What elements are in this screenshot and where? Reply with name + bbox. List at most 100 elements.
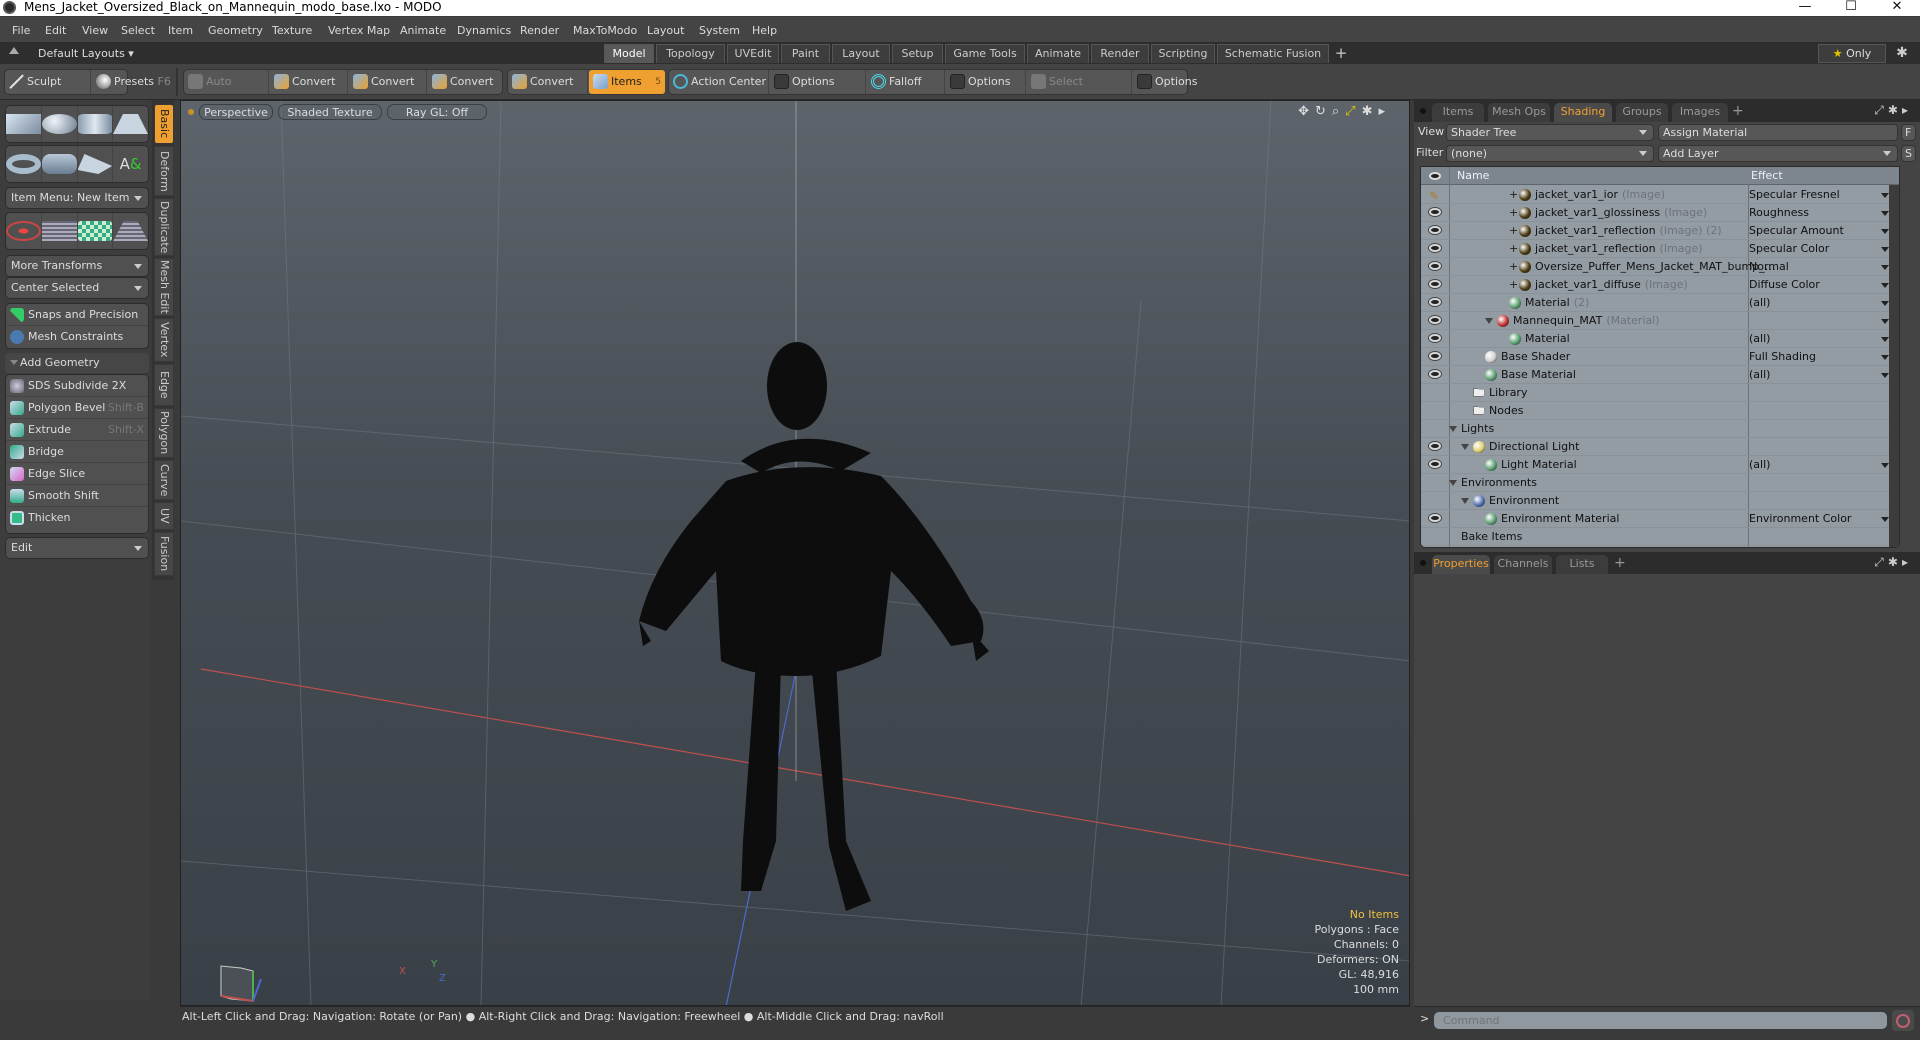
expand-arrow-icon[interactable] — [1449, 426, 1457, 432]
effect-dropdown-icon[interactable] — [1881, 211, 1889, 216]
row-effect[interactable]: Specular Fresnel — [1749, 186, 1840, 203]
row-effect[interactable]: Diffuse Color — [1749, 276, 1820, 293]
action-center-options-button[interactable]: Options — [770, 70, 866, 94]
menu-layout[interactable]: Layout — [647, 24, 684, 37]
cylinder-tool[interactable] — [77, 106, 114, 142]
menu-maxtomodo[interactable]: MaxToModo — [573, 24, 637, 37]
add-layer-dropdown[interactable]: Add Layer — [1658, 145, 1898, 162]
items-mode-button[interactable]: Items 5 — [589, 70, 665, 94]
action-center-button[interactable]: Action Center — [669, 70, 769, 94]
expand-icon[interactable]: ⤢ — [1874, 103, 1888, 117]
row-effect[interactable]: Full Shading — [1749, 348, 1816, 365]
plane-tool[interactable] — [113, 213, 148, 249]
zoom-icon[interactable]: ⌕ — [1332, 104, 1345, 119]
tab-lists[interactable]: Lists — [1556, 555, 1608, 574]
shader-tree-row[interactable]: Environment Material Environment Color — [1421, 510, 1899, 528]
shader-tree-row[interactable]: Base Material (all) — [1421, 366, 1899, 384]
vtab-basic[interactable]: Basic — [154, 104, 174, 144]
falloff-options-button[interactable]: Options — [946, 70, 1026, 94]
row-effect[interactable]: Specular Amount — [1749, 222, 1844, 239]
row-effect[interactable]: (all) — [1749, 456, 1770, 473]
menu-dynamics[interactable]: Dynamics — [457, 24, 511, 37]
visibility-eye-icon[interactable] — [1429, 352, 1441, 360]
shader-tree-row[interactable]: + jacket_var1_reflection (Image) (2) Specul… — [1421, 222, 1899, 240]
shading-mode-button[interactable]: Shaded Texture — [278, 104, 382, 120]
paint-brush-icon[interactable]: ✎ — [1429, 188, 1439, 205]
raygl-button[interactable]: Ray GL: Off — [387, 104, 487, 120]
menu-select[interactable]: Select — [121, 24, 155, 37]
shader-tree-row[interactable]: Directional Light — [1421, 438, 1899, 456]
row-effect[interactable]: Roughness — [1749, 204, 1809, 221]
edit-dropdown[interactable]: Edit — [5, 537, 149, 559]
3d-viewport[interactable]: X Y Z Perspective Shaded Texture Ray GL:… — [180, 100, 1410, 1006]
mesh-constraints-button[interactable]: Mesh Constraints — [6, 326, 148, 348]
select-through-button[interactable]: Select Through — [1027, 70, 1132, 112]
shader-tree-row[interactable]: + jacket_var1_reflection (Image) Specular C… — [1421, 240, 1899, 258]
shader-tree-row[interactable]: Base Shader Full Shading — [1421, 348, 1899, 366]
effect-dropdown-icon[interactable] — [1881, 247, 1889, 252]
shader-tree-row[interactable]: Library — [1421, 384, 1899, 402]
select-through-options-button[interactable]: Options — [1133, 70, 1197, 94]
close-button[interactable]: ✕ — [1874, 0, 1920, 16]
s-button[interactable]: S — [1901, 145, 1916, 162]
auto-select-button[interactable]: Auto Select — [184, 70, 269, 112]
viewport-indicator-icon[interactable] — [188, 109, 194, 115]
tab-layout[interactable]: Layout — [832, 44, 890, 63]
vtab-uv[interactable]: UV — [154, 502, 174, 530]
menu-view[interactable]: View — [82, 24, 108, 37]
rotate-icon[interactable]: ↻ — [1315, 104, 1332, 119]
maximize-icon[interactable]: ⤢ — [1345, 104, 1361, 119]
vtab-mesh-edit[interactable]: Mesh Edit — [154, 258, 174, 316]
sphere-tool[interactable] — [41, 106, 78, 142]
shader-tree-row[interactable]: Environments — [1421, 474, 1899, 492]
collapse-icon[interactable] — [9, 47, 19, 54]
add-tab-button[interactable]: + — [1732, 103, 1744, 119]
tab-scripting[interactable]: Scripting — [1151, 44, 1215, 63]
snaps-and-precision-button[interactable]: Snaps and Precision — [6, 304, 148, 326]
shader-tree-row[interactable]: + jacket_var1_diffuse (Image) Diffuse Color — [1421, 276, 1899, 294]
effect-dropdown-icon[interactable] — [1881, 265, 1889, 270]
vtab-deform[interactable]: Deform — [154, 146, 174, 196]
row-effect[interactable]: Environment Color — [1749, 510, 1851, 527]
effect-dropdown-icon[interactable] — [1881, 301, 1889, 306]
tab-images[interactable]: Images — [1672, 103, 1728, 122]
menu-file[interactable]: File — [12, 24, 30, 37]
tab-mesh-ops[interactable]: Mesh Ops — [1488, 103, 1550, 122]
menu-render[interactable]: Render — [520, 24, 559, 37]
shader-tree-row[interactable]: + jacket_var1_glossiness (Image) Roughness — [1421, 204, 1899, 222]
tab-animate[interactable]: Animate — [1027, 44, 1089, 63]
effect-dropdown-icon[interactable] — [1881, 373, 1889, 378]
visibility-eye-icon[interactable] — [1429, 442, 1441, 450]
visibility-eye-icon[interactable] — [1429, 334, 1441, 342]
visibility-eye-icon[interactable] — [1429, 262, 1441, 270]
vtab-vertex[interactable]: Vertex — [154, 318, 174, 362]
tab-uvedit[interactable]: UVEdit — [727, 44, 779, 63]
panel-menu-icon[interactable] — [1420, 108, 1426, 114]
visibility-eye-icon[interactable] — [1429, 514, 1441, 522]
expand-arrow-icon[interactable] — [1485, 318, 1493, 324]
effect-dropdown-icon[interactable] — [1881, 193, 1889, 198]
add-tab-button[interactable]: + — [1614, 555, 1626, 571]
expand-arrow-icon[interactable] — [1461, 498, 1469, 504]
text-tool[interactable]: A & — [113, 146, 148, 182]
effect-dropdown-icon[interactable] — [1881, 463, 1889, 468]
shader-tree-row[interactable]: Light Material (all) — [1421, 456, 1899, 474]
row-effect[interactable]: (all) — [1749, 294, 1770, 311]
convert-edges-button[interactable]: Convert — [349, 70, 427, 94]
vtab-edge[interactable]: Edge — [154, 364, 174, 406]
play-icon[interactable]: ▸ — [1902, 103, 1912, 117]
play-icon[interactable]: ▸ — [1378, 104, 1391, 119]
tab-topology[interactable]: Topology — [656, 44, 725, 63]
only-button[interactable]: ★ Only — [1818, 44, 1886, 63]
cone-tool[interactable] — [113, 106, 148, 142]
expand-plus-icon[interactable]: + — [1509, 204, 1518, 221]
vtab-fusion[interactable]: Fusion — [154, 532, 174, 576]
visibility-eye-icon[interactable] — [1429, 208, 1441, 216]
command-input[interactable] — [1434, 1012, 1887, 1029]
menu-system[interactable]: System — [699, 24, 740, 37]
shader-tree-row[interactable]: Lights — [1421, 420, 1899, 438]
menu-animate[interactable]: Animate — [400, 24, 446, 37]
record-macro-button[interactable] — [1892, 1010, 1914, 1031]
tab-model[interactable]: Model — [604, 44, 654, 63]
polygon-bevel-button[interactable]: Polygon Bevel Shift-B — [6, 397, 148, 419]
